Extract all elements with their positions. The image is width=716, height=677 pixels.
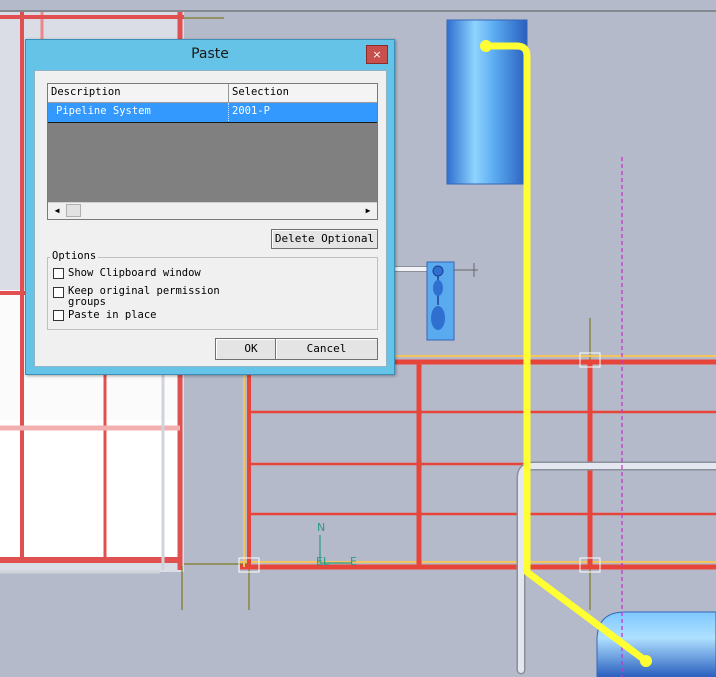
column-header-description[interactable]: Description — [48, 84, 229, 102]
column-header-selection[interactable]: Selection — [229, 84, 377, 102]
grid-header: Description Selection — [48, 84, 377, 103]
grid-row-selected[interactable]: Pipeline System 2001-P — [48, 103, 377, 123]
cell-selection[interactable]: 2001-P — [229, 103, 377, 121]
compass-east-label: E — [350, 555, 357, 568]
cell-description[interactable]: Pipeline System — [48, 103, 229, 121]
keep-permission-checkbox[interactable] — [53, 287, 64, 298]
close-button[interactable]: × — [366, 45, 388, 64]
options-legend: Options — [50, 250, 99, 262]
keep-permission-label-line2: groups — [68, 296, 106, 308]
compass: N EL E — [316, 521, 357, 568]
dialog-title-bar[interactable]: Paste × — [26, 40, 394, 68]
grid-horizontal-scrollbar[interactable]: ◀ ▶ — [48, 202, 377, 219]
pipe-support[interactable] — [426, 261, 478, 341]
keep-permission-label[interactable]: Keep original permission groups — [68, 286, 220, 308]
scroll-left-icon[interactable]: ◀ — [50, 204, 64, 217]
show-clipboard-label[interactable]: Show Clipboard window — [68, 267, 201, 279]
scroll-thumb[interactable] — [66, 204, 81, 217]
dialog-body: Description Selection Pipeline System 20… — [34, 70, 387, 367]
paste-in-place-checkbox[interactable] — [53, 310, 64, 321]
scroll-right-icon[interactable]: ▶ — [361, 204, 375, 217]
pipeline-start-point[interactable] — [480, 40, 492, 52]
cancel-button[interactable]: Cancel — [275, 338, 378, 360]
horizontal-drum[interactable] — [596, 611, 716, 677]
compass-north-label: N — [317, 521, 325, 534]
paste-in-place-label[interactable]: Paste in place — [68, 309, 157, 321]
close-icon: × — [372, 48, 382, 61]
options-group: Options Show Clipboard window Keep origi… — [47, 250, 378, 330]
dialog-title: Paste — [191, 46, 229, 62]
selection-grid[interactable]: Description Selection Pipeline System 20… — [47, 83, 378, 220]
paste-dialog: Paste × Description Selection Pipeline S… — [25, 39, 395, 375]
pipeline-end-point[interactable] — [640, 655, 652, 667]
compass-el-label: EL — [316, 555, 330, 568]
delete-optional-button[interactable]: Delete Optional — [271, 229, 378, 249]
show-clipboard-checkbox[interactable] — [53, 268, 64, 279]
